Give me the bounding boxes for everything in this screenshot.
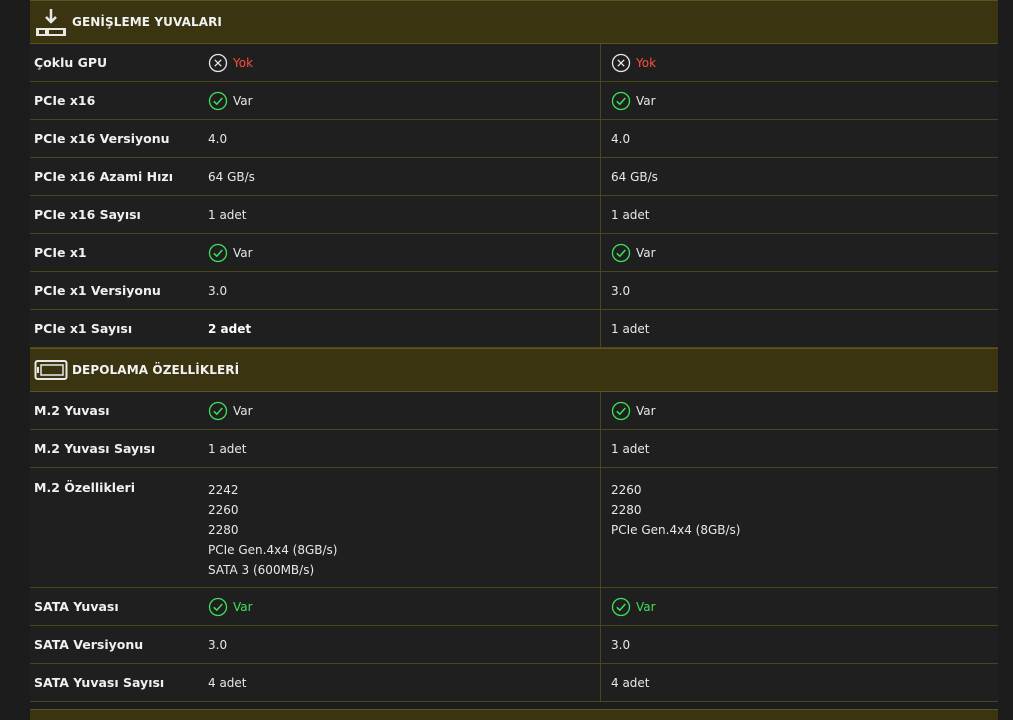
cross-circle-icon bbox=[611, 53, 631, 72]
section-title: DEPOLAMA ÖZELLİKLERİ bbox=[72, 363, 240, 377]
table-row: SATA Yuvası Var Var bbox=[30, 588, 998, 626]
check-circle-icon bbox=[611, 243, 631, 262]
row-label: PCIe x16 bbox=[34, 93, 96, 108]
value-cell: Var bbox=[200, 588, 600, 625]
value-cell: 64 GB/s bbox=[600, 158, 998, 195]
yes-mark: Var bbox=[611, 597, 656, 617]
list-item: 2260 bbox=[208, 503, 239, 517]
value-cell: 3.0 bbox=[208, 637, 228, 652]
next-section-header-partial bbox=[30, 709, 998, 720]
table-row: SATA Yuvası Sayısı 4 adet 4 adet bbox=[30, 664, 998, 702]
value-cell-list: 2242 2260 2280 PCIe Gen.4x4 (8GB/s) SATA… bbox=[200, 468, 600, 587]
yes-mark: Var bbox=[611, 401, 656, 421]
value-cell: 1 adet bbox=[208, 441, 247, 456]
value-cell: 1 adet bbox=[600, 430, 998, 467]
row-label: M.2 Özellikleri bbox=[34, 480, 135, 495]
value-cell: 1 adet bbox=[600, 310, 998, 347]
list-item: 2280 bbox=[611, 503, 642, 517]
value-cell: 3.0 bbox=[600, 272, 998, 309]
check-circle-icon bbox=[611, 401, 631, 420]
value-cell: 4.0 bbox=[208, 131, 228, 146]
value-cell: Yok bbox=[200, 44, 600, 81]
table-row: M.2 Yuvası Var Var bbox=[30, 392, 998, 430]
value-cell: Var bbox=[200, 82, 600, 119]
yes-mark: Var bbox=[611, 91, 656, 111]
table-row: PCIe x16 Var Var bbox=[30, 82, 998, 120]
table-row: PCIe x16 Versiyonu 4.0 4.0 bbox=[30, 120, 998, 158]
table-row: M.2 Yuvası Sayısı 1 adet 1 adet bbox=[30, 430, 998, 468]
value-cell: Var bbox=[600, 392, 998, 429]
yes-mark: Var bbox=[208, 91, 253, 111]
value-cell: Var bbox=[200, 392, 600, 429]
table-row: PCIe x1 Sayısı 2 adet 1 adet bbox=[30, 310, 998, 348]
row-label: PCIe x1 bbox=[34, 245, 87, 260]
check-circle-icon bbox=[208, 243, 228, 262]
value-cell: 4.0 bbox=[600, 120, 998, 157]
row-label: PCIe x16 Versiyonu bbox=[34, 131, 170, 146]
table-row: M.2 Özellikleri 2242 2260 2280 PCIe Gen.… bbox=[30, 468, 998, 588]
row-label: M.2 Yuvası Sayısı bbox=[34, 441, 156, 456]
yes-mark: Var bbox=[208, 597, 253, 617]
list-item: 2280 bbox=[208, 523, 239, 537]
value-cell: 1 adet bbox=[600, 196, 998, 233]
value-cell: 4 adet bbox=[208, 675, 247, 690]
yes-mark: Var bbox=[208, 401, 253, 421]
value-cell: 3.0 bbox=[208, 283, 228, 298]
value-cell-highlighted: 2 adet bbox=[208, 321, 252, 336]
table-row: PCIe x1 Var Var bbox=[30, 234, 998, 272]
list-item: PCIe Gen.4x4 (8GB/s) bbox=[611, 523, 741, 537]
value-cell: Var bbox=[600, 588, 998, 625]
check-circle-icon bbox=[611, 91, 631, 110]
value-cell: 4 adet bbox=[600, 664, 998, 701]
value-cell: Var bbox=[600, 234, 998, 271]
row-label: PCIe x1 Versiyonu bbox=[34, 283, 161, 298]
value-cell: Var bbox=[200, 234, 600, 271]
check-circle-icon bbox=[208, 597, 228, 616]
row-label: SATA Yuvası bbox=[34, 599, 119, 614]
no-mark: Yok bbox=[208, 53, 253, 73]
value-cell: Yok bbox=[600, 44, 998, 81]
check-circle-icon bbox=[611, 597, 631, 616]
cross-circle-icon bbox=[208, 53, 228, 72]
list-item: PCIe Gen.4x4 (8GB/s) bbox=[208, 543, 338, 557]
no-mark: Yok bbox=[611, 53, 656, 73]
row-label: Çoklu GPU bbox=[34, 55, 108, 70]
value-cell: 3.0 bbox=[600, 626, 998, 663]
expansion-slot-icon bbox=[34, 5, 68, 39]
check-circle-icon bbox=[208, 401, 228, 420]
value-cell: 1 adet bbox=[208, 207, 247, 222]
yes-mark: Var bbox=[208, 243, 253, 263]
list-item: SATA 3 (600MB/s) bbox=[208, 563, 315, 577]
check-circle-icon bbox=[208, 91, 228, 110]
section-title: GENİŞLEME YUVALARI bbox=[72, 15, 222, 29]
value-cell: 64 GB/s bbox=[208, 169, 255, 184]
table-row: SATA Versiyonu 3.0 3.0 bbox=[30, 626, 998, 664]
table-row: Çoklu GPU Yok Yok bbox=[30, 44, 998, 82]
row-label: PCIe x16 Sayısı bbox=[34, 207, 141, 222]
yes-mark: Var bbox=[611, 243, 656, 263]
row-label: M.2 Yuvası bbox=[34, 403, 110, 418]
comparison-table: GENİŞLEME YUVALARI Çoklu GPU Yok Yok PCI… bbox=[30, 0, 998, 702]
row-label: PCIe x1 Sayısı bbox=[34, 321, 133, 336]
row-label: SATA Versiyonu bbox=[34, 637, 144, 652]
section-header-storage: DEPOLAMA ÖZELLİKLERİ bbox=[30, 348, 998, 392]
row-label: SATA Yuvası Sayısı bbox=[34, 675, 165, 690]
table-row: PCIe x16 Sayısı 1 adet 1 adet bbox=[30, 196, 998, 234]
list-item: 2242 bbox=[208, 483, 239, 497]
storage-drive-icon bbox=[34, 353, 68, 387]
table-row: PCIe x16 Azami Hızı 64 GB/s 64 GB/s bbox=[30, 158, 998, 196]
value-cell: Var bbox=[600, 82, 998, 119]
list-item: 2260 bbox=[611, 483, 642, 497]
table-row: PCIe x1 Versiyonu 3.0 3.0 bbox=[30, 272, 998, 310]
value-cell-list: 2260 2280 PCIe Gen.4x4 (8GB/s) bbox=[600, 468, 998, 587]
section-header-expansion: GENİŞLEME YUVALARI bbox=[30, 0, 998, 44]
row-label: PCIe x16 Azami Hızı bbox=[34, 169, 173, 184]
